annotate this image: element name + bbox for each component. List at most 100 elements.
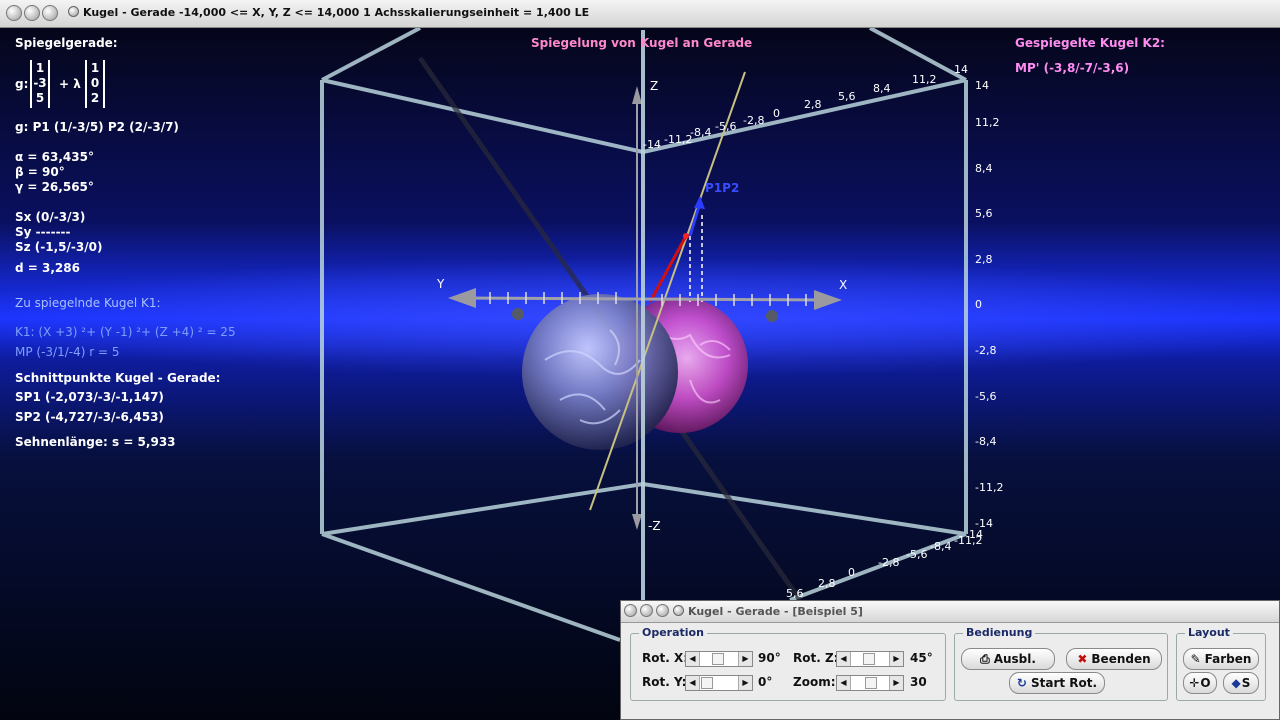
rot-y-left-arrow[interactable]: ◀ bbox=[686, 676, 700, 690]
spiegelgerade-title: Spiegelgerade: bbox=[15, 36, 118, 50]
zoom-slider[interactable]: ◀ ▶ bbox=[836, 675, 904, 691]
ausbl-button[interactable]: ⎙ Ausbl. bbox=[961, 648, 1055, 670]
beenden-button[interactable]: ✖ Beenden bbox=[1066, 648, 1162, 670]
zoom-label: Zoom: bbox=[793, 675, 836, 689]
rot-z-value: 45° bbox=[910, 651, 933, 665]
control-close-button[interactable] bbox=[624, 604, 637, 617]
top-tick-labels: -14 -11,2 -8,4 -5,6 -2,8 0 2,8 5,6 8,4 1… bbox=[643, 63, 968, 151]
main-title-bar: Kugel - Gerade -14,000 <= X, Y, Z <= 14,… bbox=[0, 0, 1280, 28]
rot-z-left-arrow[interactable]: ◀ bbox=[837, 652, 851, 666]
exit-x-icon: ✖ bbox=[1077, 652, 1088, 666]
z-tick-label: 8,4 bbox=[975, 162, 993, 175]
crosshair-icon: ✛ bbox=[1189, 676, 1200, 690]
g-prefix: g: bbox=[15, 77, 29, 91]
z-tick-label: 14 bbox=[975, 79, 989, 92]
origin-button-label: O bbox=[1200, 676, 1211, 690]
rot-x-label: Rot. X: bbox=[642, 651, 689, 665]
window-close-button[interactable] bbox=[6, 5, 22, 21]
window-maximize-button[interactable] bbox=[42, 5, 58, 21]
vec-a-y: -3 bbox=[33, 76, 47, 90]
top-tick-label: -5,6 bbox=[715, 120, 736, 133]
control-window-title: Kugel - Gerade - [Beispiel 5] bbox=[673, 605, 863, 618]
rot-y-label: Rot. Y: bbox=[642, 675, 687, 689]
neg-z-axis-arrow bbox=[632, 514, 642, 530]
zoom-thumb[interactable] bbox=[865, 677, 877, 689]
control-maximize-button[interactable] bbox=[656, 604, 669, 617]
eraser-icon: ◆ bbox=[1231, 676, 1241, 690]
control-sphere-icon bbox=[673, 605, 684, 616]
z-tick-label: -5,6 bbox=[975, 390, 996, 403]
x-axis-label: X bbox=[839, 278, 847, 292]
z-tick-label: -8,4 bbox=[975, 435, 996, 448]
top-tick-label: 2,8 bbox=[804, 98, 822, 111]
bottom-tick-label: 0 bbox=[848, 566, 855, 579]
normal-foot-point bbox=[683, 233, 689, 239]
top-tick-label: -8,4 bbox=[690, 126, 711, 139]
s-button[interactable]: ◆S bbox=[1223, 672, 1259, 694]
start-rot-button[interactable]: ↻ Start Rot. bbox=[1009, 672, 1105, 694]
z-axis-arrow bbox=[632, 86, 642, 104]
y-axis-label: Y bbox=[436, 277, 445, 291]
rot-y-value: 0° bbox=[758, 675, 773, 689]
operation-label: Operation bbox=[639, 626, 707, 639]
operation-group: Operation Rot. X: ◀ ▶ 90° Rot. Z: ◀ ▶ 45… bbox=[630, 626, 946, 701]
s-button-label: S bbox=[1241, 676, 1251, 690]
top-tick-label: 14 bbox=[954, 63, 968, 76]
origin-button[interactable]: ✛O bbox=[1183, 672, 1217, 694]
trace-sx: Sx (0/-3/3) bbox=[15, 210, 86, 224]
app-sphere-icon bbox=[68, 6, 79, 17]
zoom-right-arrow[interactable]: ▶ bbox=[889, 676, 903, 690]
vec-b-z: 2 bbox=[90, 91, 100, 105]
z-axis-label: Z bbox=[650, 79, 658, 93]
rot-x-thumb[interactable] bbox=[712, 653, 724, 665]
vec-a-z: 5 bbox=[35, 91, 45, 105]
zoom-left-arrow[interactable]: ◀ bbox=[837, 676, 851, 690]
angle-beta: β = 90° bbox=[15, 165, 65, 179]
top-tick-label: 5,6 bbox=[838, 90, 856, 103]
rot-z-label: Rot. Z: bbox=[793, 651, 839, 665]
trace-sy: Sy ------- bbox=[15, 225, 71, 239]
window-title-text: Kugel - Gerade -14,000 <= X, Y, Z <= 14,… bbox=[83, 6, 590, 19]
rot-y-thumb[interactable] bbox=[701, 677, 713, 689]
rot-x-left-arrow[interactable]: ◀ bbox=[686, 652, 700, 666]
rot-z-slider[interactable]: ◀ ▶ bbox=[836, 651, 904, 667]
bottom-tick-label: 5,6 bbox=[786, 587, 804, 600]
rot-y-slider[interactable]: ◀ ▶ bbox=[685, 675, 753, 691]
vector-label: P1P2 bbox=[705, 181, 739, 195]
bedienung-label: Bedienung bbox=[963, 626, 1036, 639]
angle-gamma: γ = 26,565° bbox=[15, 180, 94, 194]
z-tick-label: 2,8 bbox=[975, 253, 993, 266]
rot-y-right-arrow[interactable]: ▶ bbox=[738, 676, 752, 690]
trace-sz: Sz (-1,5/-3/0) bbox=[15, 240, 103, 254]
bottom-tick-label: -8,4 bbox=[930, 540, 951, 553]
zoom-value: 30 bbox=[910, 675, 927, 689]
axis-knob-right bbox=[766, 310, 778, 322]
vector-direction: 1 0 2 bbox=[85, 60, 105, 108]
control-window-title-text: Kugel - Gerade - [Beispiel 5] bbox=[688, 605, 863, 618]
k2-center: MP' (-3,8/-7/-3,6) bbox=[1015, 61, 1130, 75]
rot-z-right-arrow[interactable]: ▶ bbox=[889, 652, 903, 666]
rot-z-thumb[interactable] bbox=[863, 653, 875, 665]
bottom-tick-label: 2,8 bbox=[818, 577, 836, 590]
intersection-sp2: SP2 (-4,727/-3/-6,453) bbox=[15, 410, 164, 424]
sphere-k1[interactable] bbox=[522, 294, 678, 450]
paint-brush-icon: ✎ bbox=[1190, 652, 1201, 666]
rot-x-slider[interactable]: ◀ ▶ bbox=[685, 651, 753, 667]
window-title: Kugel - Gerade -14,000 <= X, Y, Z <= 14,… bbox=[68, 6, 589, 19]
farben-button[interactable]: ✎ Farben bbox=[1183, 648, 1259, 670]
rot-x-right-arrow[interactable]: ▶ bbox=[738, 652, 752, 666]
vector-support: 1 -3 5 bbox=[30, 60, 50, 108]
z-tick-label: 0 bbox=[975, 298, 982, 311]
z-tick-label: 5,6 bbox=[975, 207, 993, 220]
k2-title: Gespiegelte Kugel K2: bbox=[1015, 36, 1165, 50]
window-minimize-button[interactable] bbox=[24, 5, 40, 21]
layout-group: Layout ✎ Farben ✛O ◆S bbox=[1176, 626, 1266, 701]
k1-title: Zu spiegelnde Kugel K1: bbox=[15, 296, 161, 310]
distance-d: d = 3,286 bbox=[15, 261, 80, 275]
beenden-button-label: Beenden bbox=[1091, 652, 1151, 666]
control-window-title-bar: Kugel - Gerade - [Beispiel 5] bbox=[621, 601, 1279, 623]
control-minimize-button[interactable] bbox=[640, 604, 653, 617]
top-tick-label: -14 bbox=[643, 138, 661, 151]
top-tick-label: -11,2 bbox=[664, 133, 692, 146]
ausbl-button-label: Ausbl. bbox=[993, 652, 1036, 666]
